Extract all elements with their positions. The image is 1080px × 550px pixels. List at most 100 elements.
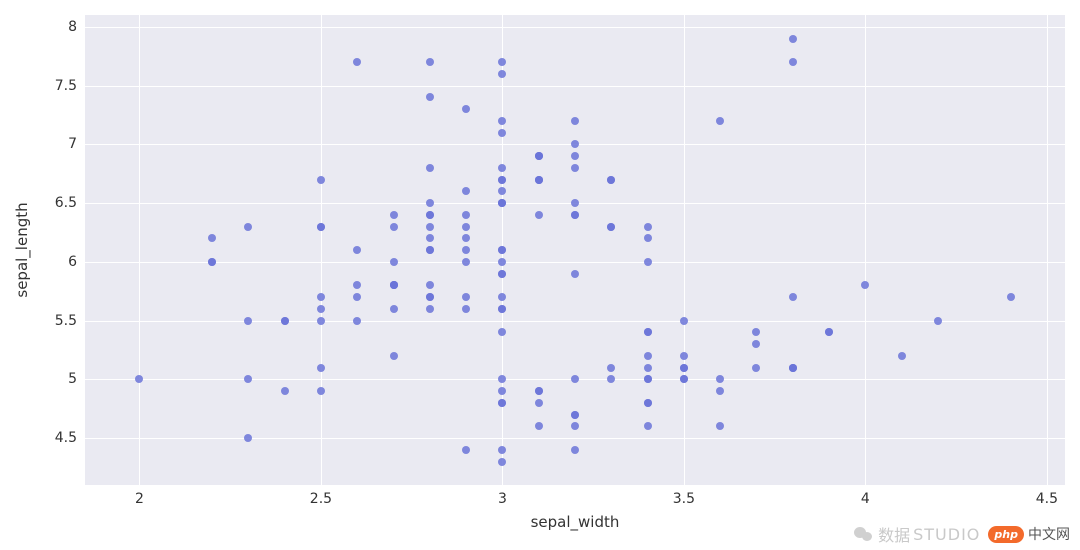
x-tick-label: 2.5	[310, 491, 332, 507]
data-point	[498, 458, 506, 466]
data-point	[426, 93, 434, 101]
data-point	[390, 223, 398, 231]
wechat-icon	[854, 524, 874, 544]
data-point	[317, 364, 325, 372]
data-point	[462, 246, 470, 254]
data-point	[353, 246, 361, 254]
data-point	[353, 281, 361, 289]
data-point	[535, 422, 543, 430]
data-point	[426, 199, 434, 207]
data-point	[680, 364, 688, 372]
watermark-text-1: 数据	[878, 522, 910, 546]
data-point	[498, 58, 506, 66]
data-point	[498, 258, 506, 266]
data-point	[426, 211, 434, 219]
x-tick-label: 3.5	[673, 491, 695, 507]
data-point	[752, 328, 760, 336]
data-point	[426, 58, 434, 66]
y-tick-label: 7	[68, 136, 77, 152]
watermark-text-2: STUDIO	[913, 525, 980, 544]
y-tick-label: 6	[68, 254, 77, 270]
data-point	[644, 258, 652, 266]
data-point	[498, 293, 506, 301]
data-point	[535, 387, 543, 395]
data-point	[426, 293, 434, 301]
data-point	[789, 293, 797, 301]
data-point	[644, 352, 652, 360]
data-point	[135, 375, 143, 383]
y-tick-label: 4.5	[55, 430, 77, 446]
data-point	[498, 164, 506, 172]
scatter-plot	[85, 15, 1065, 485]
data-point	[317, 317, 325, 325]
data-point	[644, 375, 652, 383]
data-point	[462, 223, 470, 231]
data-point	[716, 387, 724, 395]
data-point	[390, 352, 398, 360]
data-point	[244, 434, 252, 442]
data-point	[680, 352, 688, 360]
x-tick-label: 2	[135, 491, 144, 507]
data-point	[571, 164, 579, 172]
data-point	[716, 422, 724, 430]
data-point	[644, 422, 652, 430]
data-point	[317, 176, 325, 184]
data-point	[426, 223, 434, 231]
data-point	[571, 199, 579, 207]
y-tick-label: 5	[68, 371, 77, 387]
data-point	[462, 305, 470, 313]
data-point	[317, 305, 325, 313]
data-point	[498, 270, 506, 278]
y-tick-label: 6.5	[55, 195, 77, 211]
x-tick-label: 4.5	[1036, 491, 1058, 507]
data-point	[426, 281, 434, 289]
data-point	[462, 293, 470, 301]
x-axis-label: sepal_width	[531, 513, 620, 531]
data-point	[426, 234, 434, 242]
data-point	[607, 375, 615, 383]
data-point	[317, 387, 325, 395]
data-point	[498, 305, 506, 313]
data-point	[390, 258, 398, 266]
data-point	[535, 211, 543, 219]
data-point	[535, 399, 543, 407]
data-point	[789, 58, 797, 66]
data-point	[462, 446, 470, 454]
data-point	[390, 281, 398, 289]
data-point	[462, 258, 470, 266]
data-point	[281, 317, 289, 325]
data-point	[752, 364, 760, 372]
y-tick-label: 5.5	[55, 313, 77, 329]
data-point	[498, 387, 506, 395]
data-point	[426, 305, 434, 313]
data-point	[716, 375, 724, 383]
data-point	[244, 223, 252, 231]
data-point	[861, 281, 869, 289]
data-point	[571, 152, 579, 160]
data-point	[644, 328, 652, 336]
y-axis-label: sepal_length	[13, 202, 31, 297]
data-point	[571, 140, 579, 148]
data-point	[462, 211, 470, 219]
data-point	[644, 223, 652, 231]
data-point	[607, 176, 615, 184]
data-point	[208, 258, 216, 266]
x-tick-label: 3	[498, 491, 507, 507]
data-point	[571, 422, 579, 430]
data-point	[317, 293, 325, 301]
data-point	[498, 129, 506, 137]
data-point	[353, 317, 361, 325]
data-point	[498, 375, 506, 383]
data-point	[571, 375, 579, 383]
data-point	[390, 211, 398, 219]
data-point	[498, 246, 506, 254]
data-point	[644, 399, 652, 407]
data-point	[752, 340, 760, 348]
data-point	[426, 246, 434, 254]
data-point	[571, 446, 579, 454]
data-point	[571, 270, 579, 278]
data-point	[680, 375, 688, 383]
data-point	[607, 364, 615, 372]
data-point	[571, 411, 579, 419]
data-point	[426, 164, 434, 172]
